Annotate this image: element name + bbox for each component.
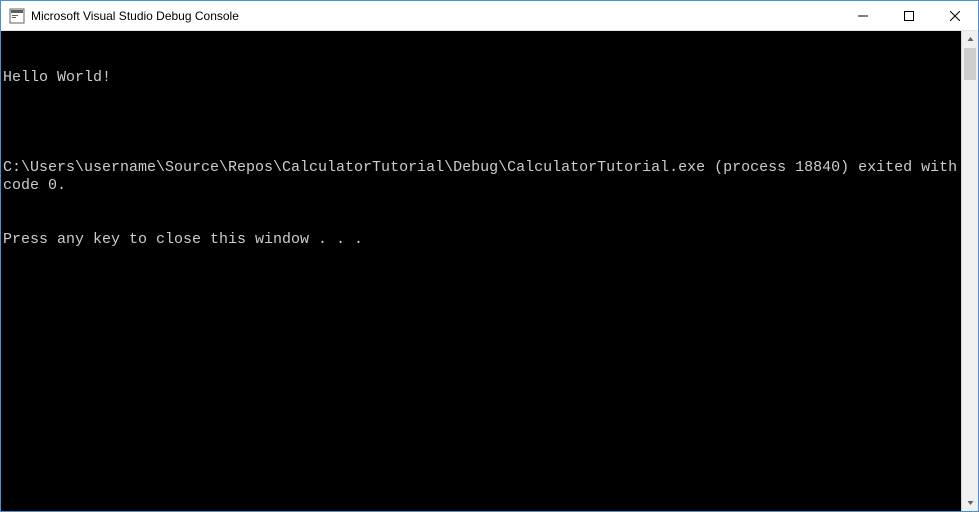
maximize-button[interactable] <box>886 1 932 30</box>
window-controls <box>840 1 978 30</box>
scroll-down-button[interactable] <box>962 494 978 511</box>
console-output[interactable]: Hello World! C:\Users\username\Source\Re… <box>1 31 961 511</box>
window-title: Microsoft Visual Studio Debug Console <box>31 9 840 23</box>
vertical-scrollbar[interactable] <box>961 31 978 511</box>
console-line: Hello World! <box>3 69 959 87</box>
scrollbar-track[interactable] <box>962 48 978 494</box>
scroll-up-button[interactable] <box>962 31 978 48</box>
titlebar[interactable]: Microsoft Visual Studio Debug Console <box>1 1 978 31</box>
content-area: Hello World! C:\Users\username\Source\Re… <box>1 31 978 511</box>
app-icon <box>9 8 25 24</box>
scrollbar-thumb[interactable] <box>964 48 976 80</box>
console-line: C:\Users\username\Source\Repos\Calculato… <box>3 159 959 195</box>
console-window: Microsoft Visual Studio Debug Console He… <box>0 0 979 512</box>
console-line: Press any key to close this window . . . <box>3 231 959 249</box>
minimize-button[interactable] <box>840 1 886 30</box>
close-button[interactable] <box>932 1 978 30</box>
